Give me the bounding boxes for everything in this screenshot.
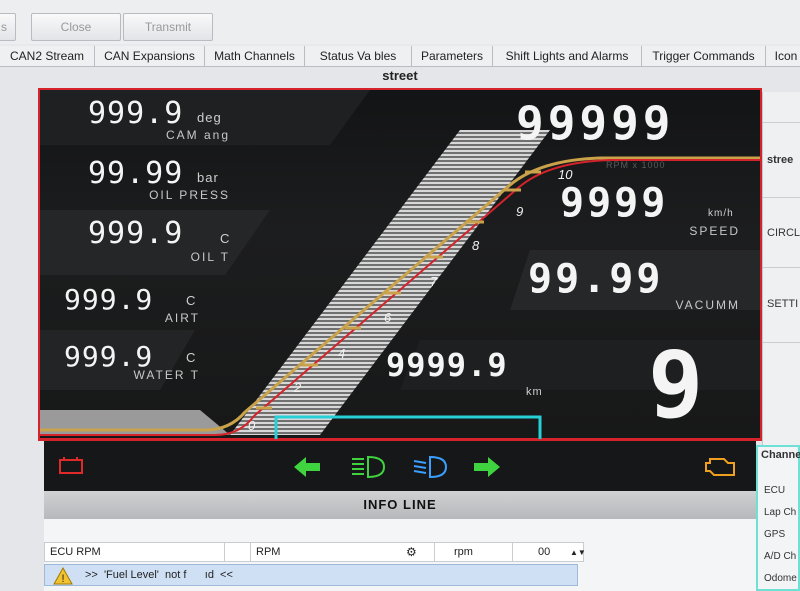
toolbar-left-button[interactable]: s bbox=[0, 13, 16, 41]
transmit-button[interactable]: Transmit bbox=[123, 13, 213, 41]
water-temp-unit: C bbox=[186, 350, 197, 365]
value-stepper[interactable]: ▲▼ bbox=[565, 543, 586, 561]
channel-gps[interactable]: GPS bbox=[764, 529, 785, 540]
vacuum-value: 99.99 bbox=[528, 256, 664, 302]
toolbar: s Close Transmit bbox=[0, 0, 800, 44]
screen-item-settings[interactable]: SETTI bbox=[767, 298, 798, 310]
gear-icon[interactable]: ⚙ bbox=[406, 545, 417, 559]
svg-text:!: ! bbox=[61, 573, 64, 585]
oil-temp-label: OIL T bbox=[190, 250, 230, 264]
row-unit-cell[interactable]: rpm bbox=[449, 543, 513, 561]
row-blank-cell[interactable] bbox=[225, 543, 251, 561]
oil-temp-value: 999.9 bbox=[88, 216, 184, 251]
check-engine-icon bbox=[705, 458, 735, 476]
channel-ad[interactable]: A/D Ch bbox=[764, 551, 796, 562]
dashboard-display[interactable]: 999.9 deg CAM ang 99.99 bar OIL PRESS 99… bbox=[38, 88, 762, 441]
screen-item-circle[interactable]: CIRCL bbox=[767, 227, 800, 239]
row-name-cell[interactable]: ECU RPM bbox=[45, 543, 225, 561]
cam-angle-unit: deg bbox=[197, 110, 222, 125]
tab-math-channels[interactable]: Math Channels bbox=[205, 46, 305, 66]
channels-panel: Channe ECU Lap Ch GPS A/D Ch Odome bbox=[756, 445, 800, 591]
air-temp-label: AIRT bbox=[164, 311, 200, 325]
oil-temp-unit: C bbox=[220, 231, 231, 246]
odometer-value: 9999.9 bbox=[386, 346, 508, 384]
tab-can2-stream[interactable]: CAN2 Stream bbox=[0, 46, 95, 66]
row-gear-icon-cell[interactable]: ⚙ bbox=[401, 543, 423, 561]
row-value-cell[interactable]: 00 bbox=[533, 543, 569, 561]
rpm-scale-label: RPM x 1000 bbox=[606, 160, 666, 170]
page-title: street bbox=[382, 68, 418, 83]
vacuum-label: VACUMM bbox=[675, 298, 740, 312]
warning-icons bbox=[59, 455, 735, 479]
tab-status-variables[interactable]: Status Va bles bbox=[305, 46, 412, 66]
oil-press-value: 99.99 bbox=[88, 156, 184, 191]
high-beam-icon bbox=[352, 455, 386, 479]
channel-ecu[interactable]: ECU bbox=[764, 485, 785, 496]
cam-angle-value: 999.9 bbox=[88, 96, 184, 131]
tab-can-expansions[interactable]: CAN Expansions bbox=[95, 46, 205, 66]
rpm-value: 99999 bbox=[516, 96, 675, 150]
rpm-tick-9: 9 bbox=[516, 204, 524, 219]
close-button[interactable]: Close bbox=[31, 13, 121, 41]
channel-odometer[interactable]: Odome bbox=[764, 573, 797, 584]
speed-value: 9999 bbox=[560, 180, 669, 226]
warning-row: ! >> 'Fuel Level' not f ıd << bbox=[44, 564, 578, 586]
rpm-tick-0: 0 bbox=[248, 418, 256, 433]
tab-icons[interactable]: Icon bbox=[766, 46, 800, 66]
speed-unit: km/h bbox=[708, 208, 734, 219]
warning-triangle-icon: ! bbox=[53, 567, 73, 585]
screen-list-panel: stree CIRCL SETTI bbox=[762, 92, 800, 447]
low-beam-icon bbox=[413, 455, 448, 479]
info-line-label: INFO LINE bbox=[363, 497, 437, 512]
rpm-tick-7: 7 bbox=[430, 274, 438, 289]
channels-title: Channe bbox=[761, 449, 800, 461]
air-temp-unit: C bbox=[186, 293, 197, 308]
odometer-unit: km bbox=[526, 386, 543, 398]
water-temp-label: WATER T bbox=[133, 368, 200, 382]
rpm-tick-2: 2 bbox=[294, 380, 302, 395]
info-line-bar: INFO LINE bbox=[44, 491, 756, 519]
oil-press-label: OIL PRESS bbox=[149, 188, 230, 202]
rpm-tick-6: 6 bbox=[384, 310, 392, 325]
tab-parameters[interactable]: Parameters bbox=[412, 46, 493, 66]
rpm-tick-4: 4 bbox=[338, 346, 346, 361]
turn-right-icon bbox=[474, 457, 500, 477]
turn-left-icon bbox=[294, 457, 320, 477]
tab-trigger-commands[interactable]: Trigger Commands bbox=[642, 46, 766, 66]
gear-indicator: 9 bbox=[648, 332, 705, 439]
cam-angle-label: CAM ang bbox=[165, 128, 230, 142]
screen-item-street[interactable]: stree bbox=[767, 154, 793, 166]
table-row[interactable]: ECU RPM RPM ⚙ rpm 00 ▲▼ bbox=[44, 542, 586, 562]
tab-shift-lights[interactable]: Shift Lights and Alarms bbox=[493, 46, 642, 66]
warning-lights-strip bbox=[44, 441, 756, 491]
tab-bar: CAN2 Stream CAN Expansions Math Channels… bbox=[0, 44, 800, 67]
warning-message: >> 'Fuel Level' not f ıd << bbox=[85, 569, 233, 581]
channel-lap[interactable]: Lap Ch bbox=[764, 507, 796, 518]
speed-label: SPEED bbox=[689, 224, 740, 238]
oil-press-unit: bar bbox=[197, 170, 219, 185]
battery-warning-icon bbox=[59, 457, 83, 474]
rpm-tick-8: 8 bbox=[472, 238, 480, 253]
